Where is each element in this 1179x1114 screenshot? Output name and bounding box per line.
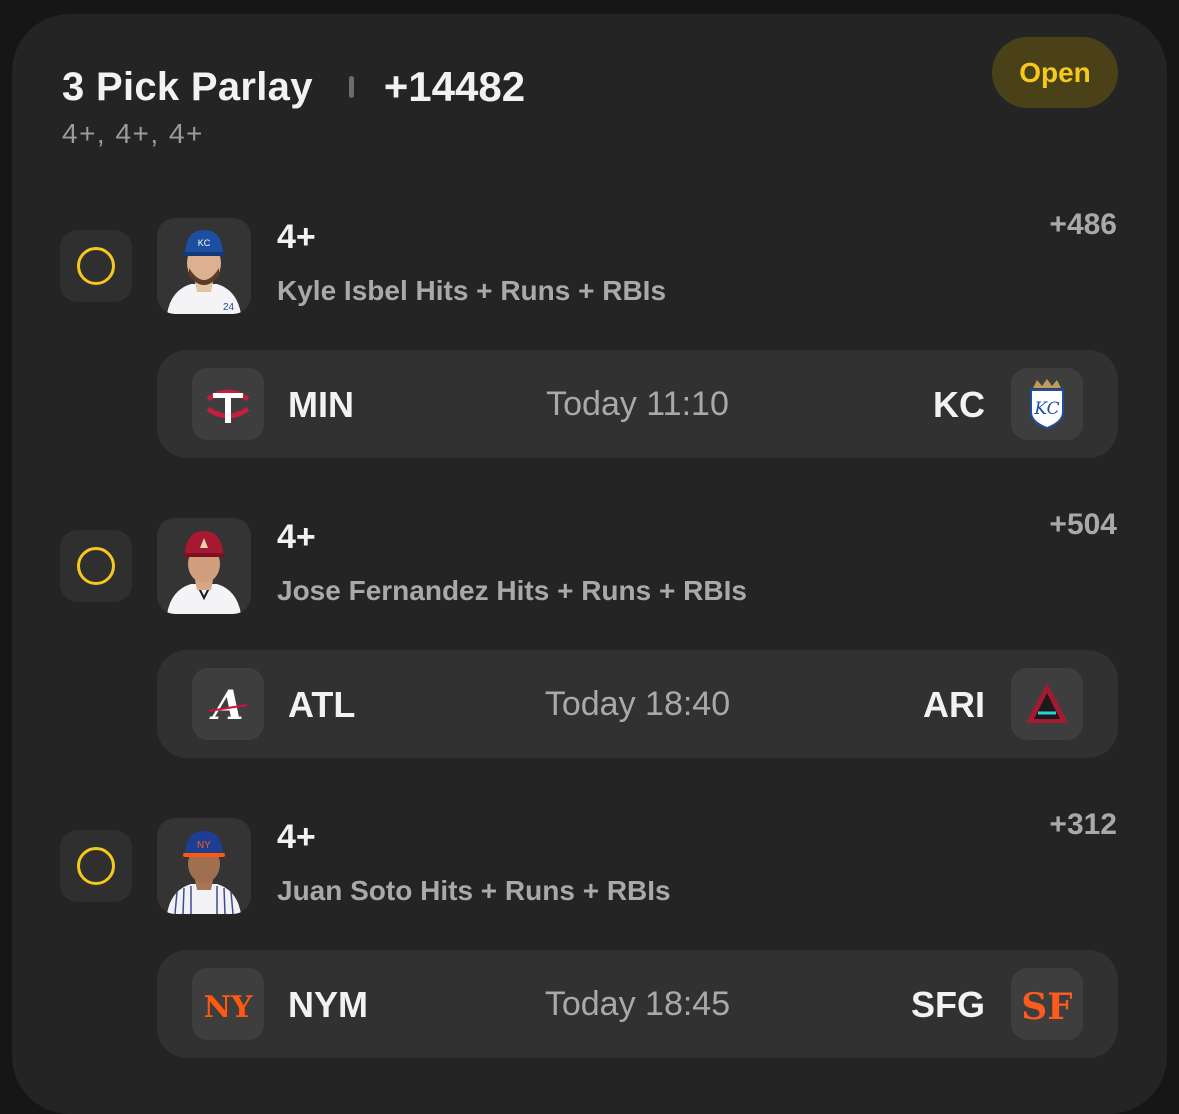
leg-line: 4+: [277, 518, 316, 556]
player-prop: Jose Fernandez Hits + Runs + RBIs: [277, 575, 747, 606]
game-info[interactable]: MIN Today 11:10 KC KC: [157, 350, 1118, 458]
royals-logo-icon: KC: [1011, 368, 1083, 440]
leg-item[interactable]: NY 4+ Juan Soto Hits + Runs + RBIs +312 …: [0, 808, 1179, 1068]
leg-odds: +504: [1049, 508, 1117, 541]
game-info[interactable]: NY NYM Today 18:45 SFG SF: [157, 950, 1118, 1058]
player-avatar: [157, 518, 251, 614]
player-avatar: KC 24: [157, 218, 251, 314]
leg-odds: +486: [1049, 208, 1117, 241]
home-team: SFG: [910, 984, 985, 1025]
diamondbacks-logo-icon: [1011, 668, 1083, 740]
status-badge: Open: [992, 37, 1118, 108]
parlay-odds: +14482: [383, 63, 526, 110]
pending-circle-icon: [77, 847, 115, 885]
svg-text:NY: NY: [197, 840, 211, 851]
player-prop: Kyle Isbel Hits + Runs + RBIs: [277, 275, 667, 306]
title-separator: [348, 76, 354, 98]
leg-status-indicator: [60, 830, 132, 902]
leg-item[interactable]: KC 24 4+ Kyle Isbel Hits + Runs + RBIs +…: [0, 208, 1179, 468]
player-prop: Juan Soto Hits + Runs + RBIs: [277, 875, 671, 906]
leg-item[interactable]: 4+ Jose Fernandez Hits + Runs + RBIs +50…: [0, 508, 1179, 768]
home-team: ARI: [923, 684, 985, 725]
leg-odds: +312: [1049, 808, 1117, 841]
svg-text:KC: KC: [1033, 399, 1059, 419]
leg-status-indicator: [60, 230, 132, 302]
svg-text:24: 24: [223, 302, 235, 313]
leg-status-indicator: [60, 530, 132, 602]
giants-logo-icon: SF: [1011, 968, 1083, 1040]
pending-circle-icon: [77, 547, 115, 585]
home-team: KC: [933, 384, 985, 425]
parlay-title: 3 Pick Parlay: [62, 64, 313, 109]
parlay-header: 3 Pick Parlay +14482: [62, 60, 525, 114]
parlay-subtitle: 4+, 4+, 4+: [62, 118, 204, 149]
svg-text:SF: SF: [1022, 986, 1072, 1028]
svg-text:KC: KC: [198, 238, 211, 248]
game-info[interactable]: A ATL Today 18:40 ARI: [157, 650, 1118, 758]
player-avatar: NY: [157, 818, 251, 914]
leg-line: 4+: [277, 218, 316, 256]
leg-line: 4+: [277, 818, 316, 856]
pending-circle-icon: [77, 247, 115, 285]
